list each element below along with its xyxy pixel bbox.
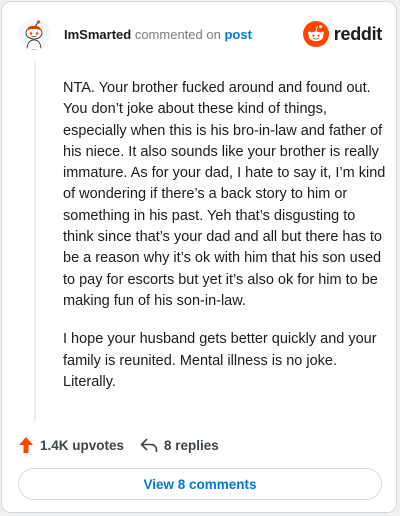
post-link[interactable]: post: [224, 27, 251, 42]
view-comments-button[interactable]: View 8 comments: [18, 468, 382, 500]
comment-header: ImSmarted commented on post reddit: [2, 2, 396, 62]
upvote-count: 1.4K upvotes: [40, 437, 125, 453]
reply-arrow-icon: [140, 438, 158, 452]
comment-body: NTA. Your brother fucked around and foun…: [63, 78, 389, 410]
comment-meta: ImSmarted commented on post: [64, 27, 252, 42]
comment-paragraph: NTA. Your brother fucked around and foun…: [63, 80, 386, 309]
brand-name: reddit: [333, 23, 383, 44]
comment-actions: 1.4K upvotes 8 replies: [18, 433, 219, 457]
thread-line: [34, 62, 36, 422]
upvote-button[interactable]: 1.4K upvotes: [18, 436, 124, 454]
reddit-brand[interactable]: reddit: [302, 21, 383, 47]
username[interactable]: ImSmarted: [64, 27, 131, 42]
replies-button[interactable]: 8 replies: [140, 437, 219, 453]
comment-paragraph: I hope your husband gets better quickly …: [63, 331, 377, 390]
action-text: commented on: [134, 27, 221, 42]
snoo-avatar-icon[interactable]: [18, 18, 50, 50]
comment-card: ImSmarted commented on post reddit NTA. …: [1, 1, 397, 513]
reply-count: 8 replies: [164, 437, 219, 453]
upvote-arrow-icon: [19, 437, 33, 453]
reddit-logo-icon: [302, 21, 329, 47]
